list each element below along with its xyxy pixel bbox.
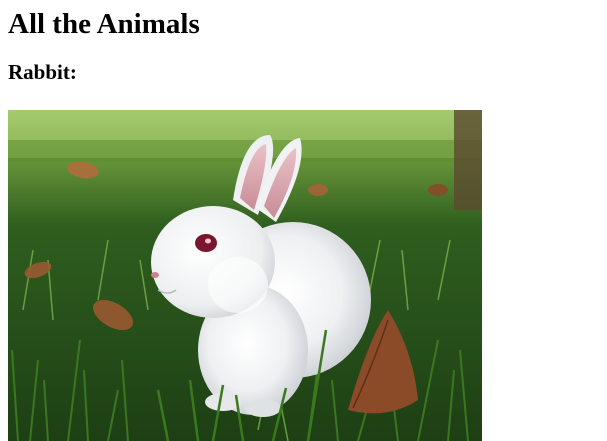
section-heading-rabbit: Rabbit: xyxy=(8,60,77,84)
page-title: All the Animals xyxy=(8,8,200,40)
page-body: All the Animals Rabbit: xyxy=(0,0,607,441)
rabbit-photo-illustration xyxy=(8,110,482,441)
rabbit-image xyxy=(8,110,482,441)
